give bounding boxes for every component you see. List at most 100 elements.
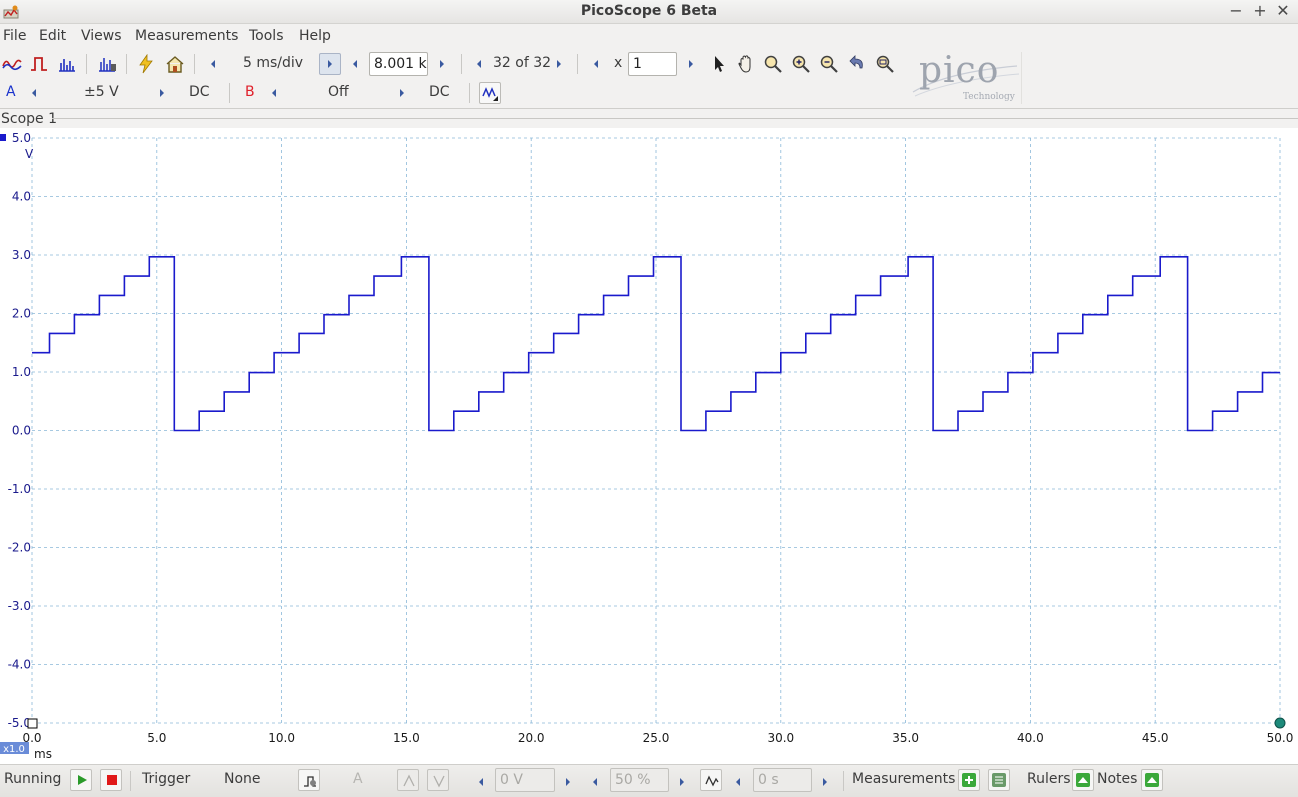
stop-icon bbox=[107, 775, 117, 785]
x-tick-label: 50.0 bbox=[1267, 731, 1294, 745]
channel-b-range-increase-icon[interactable] bbox=[397, 86, 407, 100]
threshold-decrease-icon[interactable] bbox=[476, 775, 486, 789]
zoom-decrease-icon[interactable] bbox=[591, 57, 601, 71]
toolbar-separator bbox=[229, 83, 230, 103]
pico-logo-box: pico Technology bbox=[907, 50, 1022, 104]
channel-b-range[interactable]: Off bbox=[328, 84, 349, 100]
zoom-select-icon[interactable] bbox=[763, 54, 783, 74]
close-button[interactable]: ✕ bbox=[1273, 1, 1293, 21]
channel-a-range[interactable]: ±5 V bbox=[84, 84, 119, 100]
timebase-decrease-icon[interactable] bbox=[208, 57, 218, 71]
status-separator bbox=[843, 771, 844, 791]
tab-scope-1[interactable]: Scope 1 bbox=[1, 111, 57, 127]
run-state-label: Running bbox=[4, 771, 62, 787]
home-icon[interactable] bbox=[165, 54, 185, 74]
zoom-overview-icon[interactable] bbox=[875, 54, 895, 74]
add-measurement-button[interactable] bbox=[958, 769, 980, 791]
samples-increase-icon[interactable] bbox=[437, 57, 447, 71]
channel-a-axis-marker[interactable] bbox=[0, 134, 6, 141]
post-trigger-delay-button[interactable] bbox=[700, 769, 722, 791]
falling-edge-button[interactable] bbox=[427, 769, 449, 791]
persistence-mode-icon[interactable] bbox=[29, 54, 49, 74]
menu-views[interactable]: Views bbox=[81, 28, 122, 44]
hand-tool-icon[interactable] bbox=[736, 54, 756, 74]
measurement-settings-button[interactable] bbox=[988, 769, 1010, 791]
undo-zoom-icon[interactable] bbox=[847, 54, 867, 74]
delay-icon bbox=[705, 775, 719, 787]
scope-view[interactable]: 5.0 4.0 3.0 2.0 1.0 0.0 -1.0 -2.0 -3.0 -4.0 -5.0 0… bbox=[0, 128, 1298, 764]
x-tick-label: 30.0 bbox=[767, 731, 794, 745]
samples-input[interactable]: 8.001 kS bbox=[369, 52, 428, 76]
advanced-trigger-button[interactable] bbox=[298, 769, 320, 791]
table-icon bbox=[992, 773, 1006, 787]
zoom-input[interactable]: 1 bbox=[628, 52, 677, 76]
delay-increase-icon[interactable] bbox=[820, 775, 830, 789]
minimize-button[interactable]: − bbox=[1226, 1, 1246, 21]
stop-button[interactable] bbox=[100, 769, 122, 791]
toolbar-separator bbox=[469, 83, 470, 103]
falling-edge-icon bbox=[433, 775, 445, 788]
channel-options-icon[interactable] bbox=[97, 54, 117, 74]
y-tick-label: 2.0 bbox=[12, 307, 31, 321]
time-origin-marker[interactable] bbox=[27, 718, 38, 729]
x-tick-label: 20.0 bbox=[518, 731, 545, 745]
start-button[interactable] bbox=[70, 769, 92, 791]
rising-edge-button[interactable] bbox=[397, 769, 419, 791]
signal-generator-icon[interactable] bbox=[136, 54, 156, 74]
channel-a-label[interactable]: A bbox=[6, 84, 16, 100]
threshold-increase-icon[interactable] bbox=[563, 775, 573, 789]
play-icon bbox=[78, 775, 87, 785]
probe-settings-button[interactable] bbox=[479, 82, 501, 104]
y-tick-label: 0.0 bbox=[12, 424, 31, 438]
channel-b-range-decrease-icon[interactable] bbox=[269, 86, 279, 100]
y-tick-label: 4.0 bbox=[12, 190, 31, 204]
notes-toggle-button[interactable] bbox=[1141, 769, 1163, 791]
trigger-mode-select[interactable]: None bbox=[224, 771, 261, 787]
trigger-settings-icon bbox=[304, 776, 316, 787]
delay-decrease-icon[interactable] bbox=[733, 775, 743, 789]
title-bar: PicoScope 6 Beta − + ✕ bbox=[0, 0, 1298, 24]
picoscope-window: PicoScope 6 Beta − + ✕ File Edit Views M… bbox=[0, 0, 1298, 797]
zoom-increase-icon[interactable] bbox=[686, 57, 696, 71]
y-tick-label: 5.0 bbox=[12, 131, 31, 145]
pointer-tool-icon[interactable] bbox=[709, 54, 729, 74]
spectrum-mode-icon[interactable] bbox=[57, 54, 77, 74]
buffer-next-icon[interactable] bbox=[554, 57, 564, 71]
samples-decrease-icon[interactable] bbox=[350, 57, 360, 71]
zoom-in-icon[interactable] bbox=[791, 54, 811, 74]
window-title: PicoScope 6 Beta bbox=[580, 3, 718, 19]
timebase-increase-button[interactable] bbox=[319, 53, 341, 75]
menu-edit[interactable]: Edit bbox=[39, 28, 66, 44]
trigger-marker[interactable] bbox=[1274, 717, 1286, 729]
channel-a-range-increase-icon[interactable] bbox=[157, 86, 167, 100]
menu-help[interactable]: Help bbox=[299, 28, 331, 44]
channel-b-coupling[interactable]: DC bbox=[429, 84, 450, 100]
channel-b-label[interactable]: B bbox=[245, 84, 255, 100]
timebase-value[interactable]: 5 ms/div bbox=[243, 55, 303, 71]
oscilloscope-chart[interactable]: 5.0 4.0 3.0 2.0 1.0 0.0 -1.0 -2.0 -3.0 -4.0 -5.0 0… bbox=[0, 128, 1298, 764]
delay-input[interactable]: 0 s bbox=[753, 768, 812, 792]
menu-file[interactable]: File bbox=[3, 28, 26, 44]
pretrigger-increase-icon[interactable] bbox=[677, 775, 687, 789]
menu-measurements[interactable]: Measurements bbox=[135, 28, 238, 44]
scope-mode-icon[interactable] bbox=[2, 54, 22, 74]
pico-brand-text: pico bbox=[919, 50, 1000, 91]
trigger-channel[interactable]: A bbox=[353, 771, 363, 787]
menu-tools[interactable]: Tools bbox=[249, 28, 284, 44]
notes-label: Notes bbox=[1097, 771, 1138, 787]
channel-a-range-decrease-icon[interactable] bbox=[29, 86, 39, 100]
rulers-toggle-button[interactable] bbox=[1072, 769, 1094, 791]
x-tick-label: 10.0 bbox=[268, 731, 295, 745]
x-tick-label: 45.0 bbox=[1142, 731, 1169, 745]
buffer-previous-icon[interactable] bbox=[474, 57, 484, 71]
x-tick-label: 15.0 bbox=[393, 731, 420, 745]
pretrigger-input[interactable]: 50 % bbox=[610, 768, 669, 792]
buffer-navigator[interactable]: 32 of 32 bbox=[493, 55, 551, 71]
toolbar-separator bbox=[461, 54, 462, 74]
x-tick-label: 35.0 bbox=[892, 731, 919, 745]
pretrigger-decrease-icon[interactable] bbox=[590, 775, 600, 789]
channel-a-coupling[interactable]: DC bbox=[189, 84, 210, 100]
maximize-button[interactable]: + bbox=[1250, 1, 1270, 21]
threshold-input[interactable]: 0 V bbox=[495, 768, 555, 792]
zoom-out-icon[interactable] bbox=[819, 54, 839, 74]
